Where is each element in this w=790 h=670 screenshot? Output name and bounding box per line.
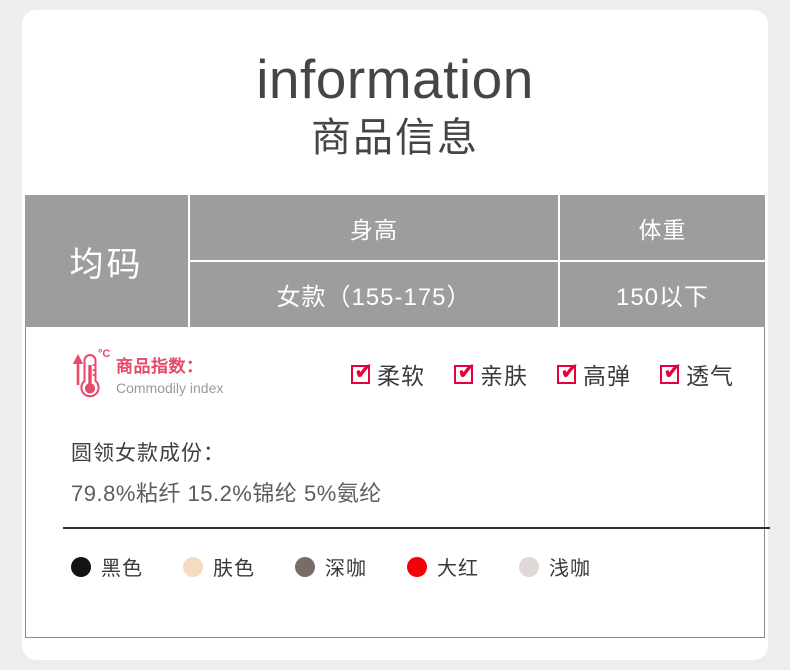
feature-label: 亲肤 [480,363,528,389]
commodity-index-row: °C 商品指数： Commodily index ✔ 柔软 ✔ 亲肤 ✔ 高弹 … [26,345,766,407]
thermometer-icon: °C [68,345,114,403]
page-title: information 商品信息 [22,48,768,164]
commodity-index-label-en: Commodily index [116,380,224,396]
checkmark-icon: ✔ [557,359,579,384]
size-label: 均码 [69,245,144,284]
commodity-index-labels: 商品指数： Commodily index [116,345,223,397]
color-swatch [71,556,91,577]
feature-item: ✔ 高弹 [557,357,631,391]
product-info-card: information 商品信息 均码 身高 女款（155-175） 体重 15… [22,10,770,660]
feature-label: 高弹 [583,363,631,389]
feature-label: 透气 [686,363,734,389]
color-swatch [183,556,203,577]
checkmark-icon: ✔ [660,359,682,384]
commodity-index-label-cn: 商品指数： [116,357,204,376]
feature-label: 柔软 [377,363,425,389]
color-label: 大红 [437,558,479,580]
color-option-dark-coffee[interactable]: 深咖 [295,552,367,581]
color-option-skin[interactable]: 肤色 [183,552,255,581]
color-label: 深咖 [325,558,367,580]
product-details-box: °C 商品指数： Commodily index ✔ 柔软 ✔ 亲肤 ✔ 高弹 … [25,327,770,638]
weight-header: 体重 [560,195,765,262]
section-divider [63,527,770,529]
title-chinese: 商品信息 [311,116,479,160]
color-label: 浅咖 [549,558,591,580]
composition-title: 圆领女款成份： [71,442,225,465]
color-list: 黑色 肤色 深咖 大红 浅咖 [71,552,591,581]
feature-item: ✔ 柔软 [351,357,425,391]
color-swatch [295,556,315,577]
commodity-index-brand: °C 商品指数： Commodily index [68,345,223,403]
size-table-height-column: 身高 女款（155-175） [190,195,560,327]
color-option-light-coffee[interactable]: 浅咖 [519,552,591,581]
feature-list: ✔ 柔软 ✔ 亲肤 ✔ 高弹 ✔ 透气 [351,357,766,391]
color-swatch [519,556,539,577]
color-swatch [407,556,427,577]
color-label: 肤色 [213,558,255,580]
svg-text:°C: °C [98,348,110,360]
size-table-size-column: 均码 [25,195,190,327]
color-label: 黑色 [101,558,143,580]
size-table: 均码 身高 女款（155-175） 体重 150以下 [25,195,765,327]
checkmark-icon: ✔ [351,359,373,384]
color-option-red[interactable]: 大红 [407,552,479,581]
checkmark-icon: ✔ [454,359,476,384]
feature-item: ✔ 透气 [660,357,734,391]
composition-value: 79.8%粘纤 15.2%锦纶 5%氨纶 [71,481,382,506]
color-option-black[interactable]: 黑色 [71,552,143,581]
weight-value: 150以下 [615,284,710,311]
height-value: 女款（155-175） [276,284,472,311]
title-english: information [256,48,534,110]
feature-item: ✔ 亲肤 [454,357,528,391]
height-header: 身高 [190,195,558,262]
size-table-weight-column: 体重 150以下 [560,195,765,327]
composition-section: 圆领女款成份： 79.8%粘纤 15.2%锦纶 5%氨纶 [71,439,731,510]
